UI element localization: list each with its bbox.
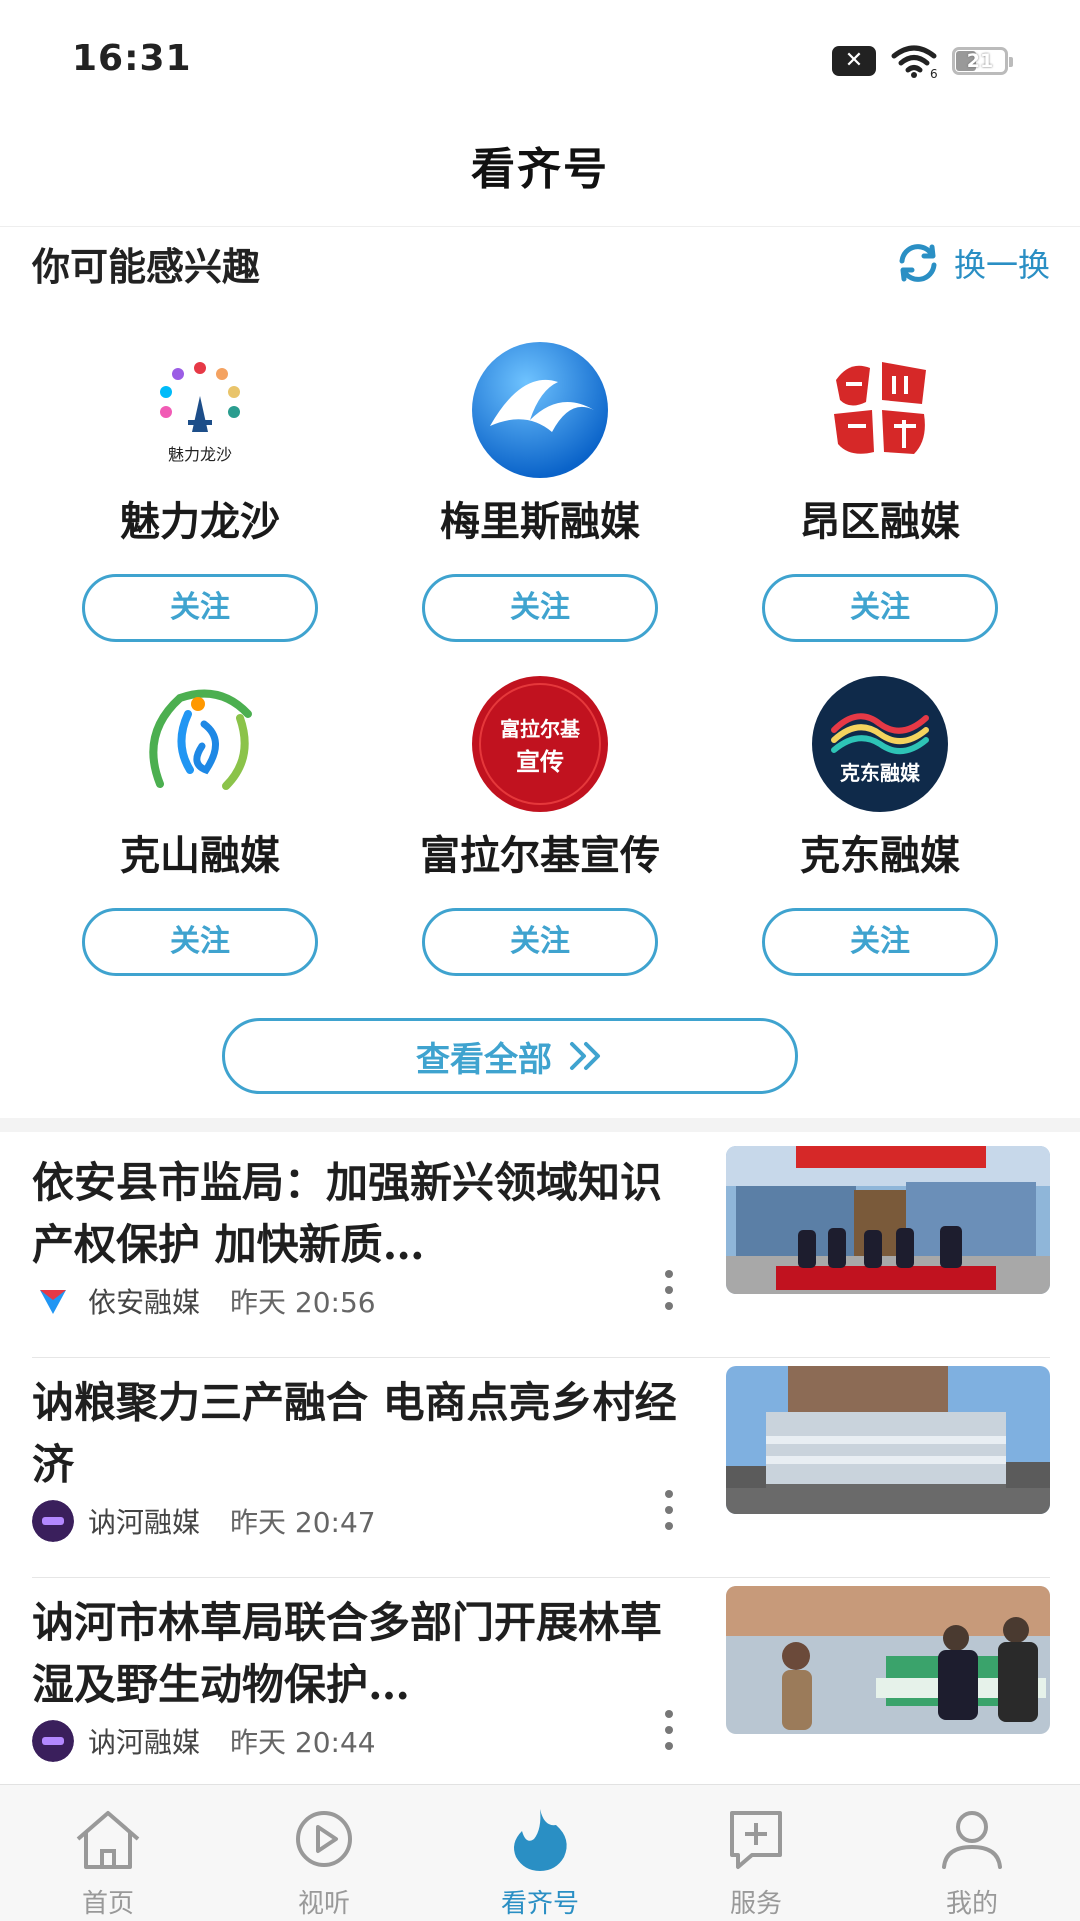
tab-media[interactable]: 视听 <box>216 1785 432 1921</box>
account-avatar: 魅力龙沙 <box>130 340 270 480</box>
news-time: 昨天 20:44 <box>230 1726 376 1759</box>
page-header: 看齐号 <box>0 120 1080 227</box>
follow-button[interactable]: 关注 <box>82 574 318 642</box>
keshan-logo <box>134 678 266 810</box>
account-card[interactable]: 克东融媒 克东融媒 关注 <box>710 674 1050 976</box>
refresh-button[interactable]: 换一换 <box>894 240 1050 286</box>
news-item[interactable]: 依安县市监局：加强新兴领域知识产权保护 加快新质… 依安融媒 昨天 20:56 <box>0 1140 1080 1358</box>
source-avatar <box>32 1280 74 1322</box>
tab-label: 我的 <box>945 1889 998 1919</box>
account-card[interactable]: 魅力龙沙 魅力龙沙 关注 <box>30 340 370 642</box>
account-name: 梅里斯融媒 <box>440 498 640 545</box>
svg-text:富拉尔基: 富拉尔基 <box>500 717 581 741</box>
home-icon <box>76 1811 140 1869</box>
account-name: 富拉尔基宣传 <box>420 832 660 879</box>
news-title: 讷粮聚力三产融合 电商点亮乡村经济 <box>32 1378 677 1489</box>
news-meta: 讷河融媒 昨天 20:47 <box>32 1500 376 1542</box>
account-card[interactable]: 富拉尔基 宣传 富拉尔基宣传 关注 <box>370 674 710 976</box>
no-sim-icon: ✕ <box>832 46 876 76</box>
tab-service[interactable]: 服务 <box>648 1785 864 1921</box>
status-icons: ✕ 6 21 <box>832 44 1013 78</box>
tab-label: 看齐号 <box>500 1889 579 1919</box>
wifi-label: 6 <box>930 67 938 78</box>
service-icon <box>730 1811 782 1869</box>
profile-icon <box>942 1811 1002 1869</box>
view-all-label: 查看全部 <box>416 1039 552 1080</box>
news-meta: 讷河融媒 昨天 20:44 <box>32 1720 376 1762</box>
news-item[interactable]: 讷粮聚力三产融合 电商点亮乡村经济 讷河融媒 昨天 20:47 <box>0 1360 1080 1578</box>
svg-text:克东融媒: 克东融媒 <box>840 761 921 785</box>
news-source: 讷河融媒 <box>88 1506 201 1539</box>
tab-kanqihao[interactable]: 看齐号 <box>432 1785 648 1921</box>
tab-label: 首页 <box>81 1889 134 1919</box>
news-source: 讷河融媒 <box>88 1726 201 1759</box>
news-separator <box>32 1577 1050 1578</box>
page-title: 看齐号 <box>471 144 609 195</box>
news-separator <box>32 1357 1050 1358</box>
interest-section-title: 你可能感兴趣 <box>32 245 261 289</box>
wifi-icon: 6 <box>891 45 938 78</box>
meilisi-logo <box>472 342 608 478</box>
source-avatar <box>32 1720 74 1762</box>
battery-level: 21 <box>966 50 994 72</box>
account-avatar <box>470 340 610 480</box>
fulaerji-logo: 富拉尔基 宣传 <box>472 676 608 812</box>
refresh-icon <box>899 244 937 282</box>
news-title: 依安县市监局：加强新兴领域知识产权保护 加快新质… <box>32 1158 663 1269</box>
follow-button[interactable]: 关注 <box>422 574 658 642</box>
account-name: 克东融媒 <box>800 832 960 879</box>
tab-home[interactable]: 首页 <box>0 1785 216 1921</box>
account-name: 克山融媒 <box>120 832 280 879</box>
tab-profile[interactable]: 我的 <box>864 1785 1080 1921</box>
kedong-logo: 克东融媒 <box>812 676 948 812</box>
account-avatar <box>810 340 950 480</box>
account-avatar: 富拉尔基 宣传 <box>470 674 610 814</box>
status-time: 16:31 <box>72 38 192 79</box>
tab-label: 视听 <box>297 1889 350 1919</box>
news-title: 讷河市林草局联合多部门开展林草湿及野生动物保护… <box>32 1598 663 1709</box>
news-meta: 依安融媒 昨天 20:56 <box>32 1280 376 1322</box>
news-thumbnail <box>726 1586 1050 1734</box>
news-time: 昨天 20:56 <box>230 1286 376 1319</box>
source-avatar <box>32 1500 74 1542</box>
section-divider <box>0 1118 1080 1132</box>
news-time: 昨天 20:47 <box>230 1506 376 1539</box>
play-icon <box>296 1811 352 1867</box>
account-card[interactable]: 克山融媒 关注 <box>30 674 370 976</box>
tab-label: 服务 <box>729 1889 782 1919</box>
account-card[interactable]: 昂区融媒 关注 <box>710 340 1050 642</box>
bottom-tab-bar: 首页 视听 看齐号 服务 我的 <box>0 1784 1080 1921</box>
follow-button[interactable]: 关注 <box>82 908 318 976</box>
view-all-button[interactable]: 查看全部 <box>222 1018 798 1094</box>
more-options-icon[interactable] <box>662 1710 676 1760</box>
follow-button[interactable]: 关注 <box>762 908 998 976</box>
logo-text: 魅力龙沙 <box>168 445 232 464</box>
account-avatar: 克东融媒 <box>810 674 950 814</box>
angqu-seal-logo <box>818 348 942 472</box>
account-name: 昂区融媒 <box>800 498 960 545</box>
account-avatar <box>130 674 270 814</box>
status-bar: 16:31 ✕ 6 21 <box>0 0 1080 120</box>
battery-icon: 21 <box>952 47 1013 75</box>
news-source: 依安融媒 <box>88 1286 201 1319</box>
news-thumbnail <box>726 1146 1050 1294</box>
news-item[interactable]: 讷河市林草局联合多部门开展林草湿及野生动物保护… 讷河融媒 昨天 20:44 <box>0 1580 1080 1798</box>
account-name: 魅力龙沙 <box>120 498 280 545</box>
news-thumbnail <box>726 1366 1050 1514</box>
follow-button[interactable]: 关注 <box>422 908 658 976</box>
flame-icon <box>514 1809 567 1871</box>
more-options-icon[interactable] <box>662 1490 676 1540</box>
double-chevron-right-icon <box>570 1042 600 1070</box>
more-options-icon[interactable] <box>662 1270 676 1320</box>
follow-button[interactable]: 关注 <box>762 574 998 642</box>
refresh-label: 换一换 <box>953 246 1050 284</box>
meili-longsha-logo: 魅力龙沙 <box>160 362 240 464</box>
account-card[interactable]: 梅里斯融媒 关注 <box>370 340 710 642</box>
svg-text:宣传: 宣传 <box>516 747 564 776</box>
